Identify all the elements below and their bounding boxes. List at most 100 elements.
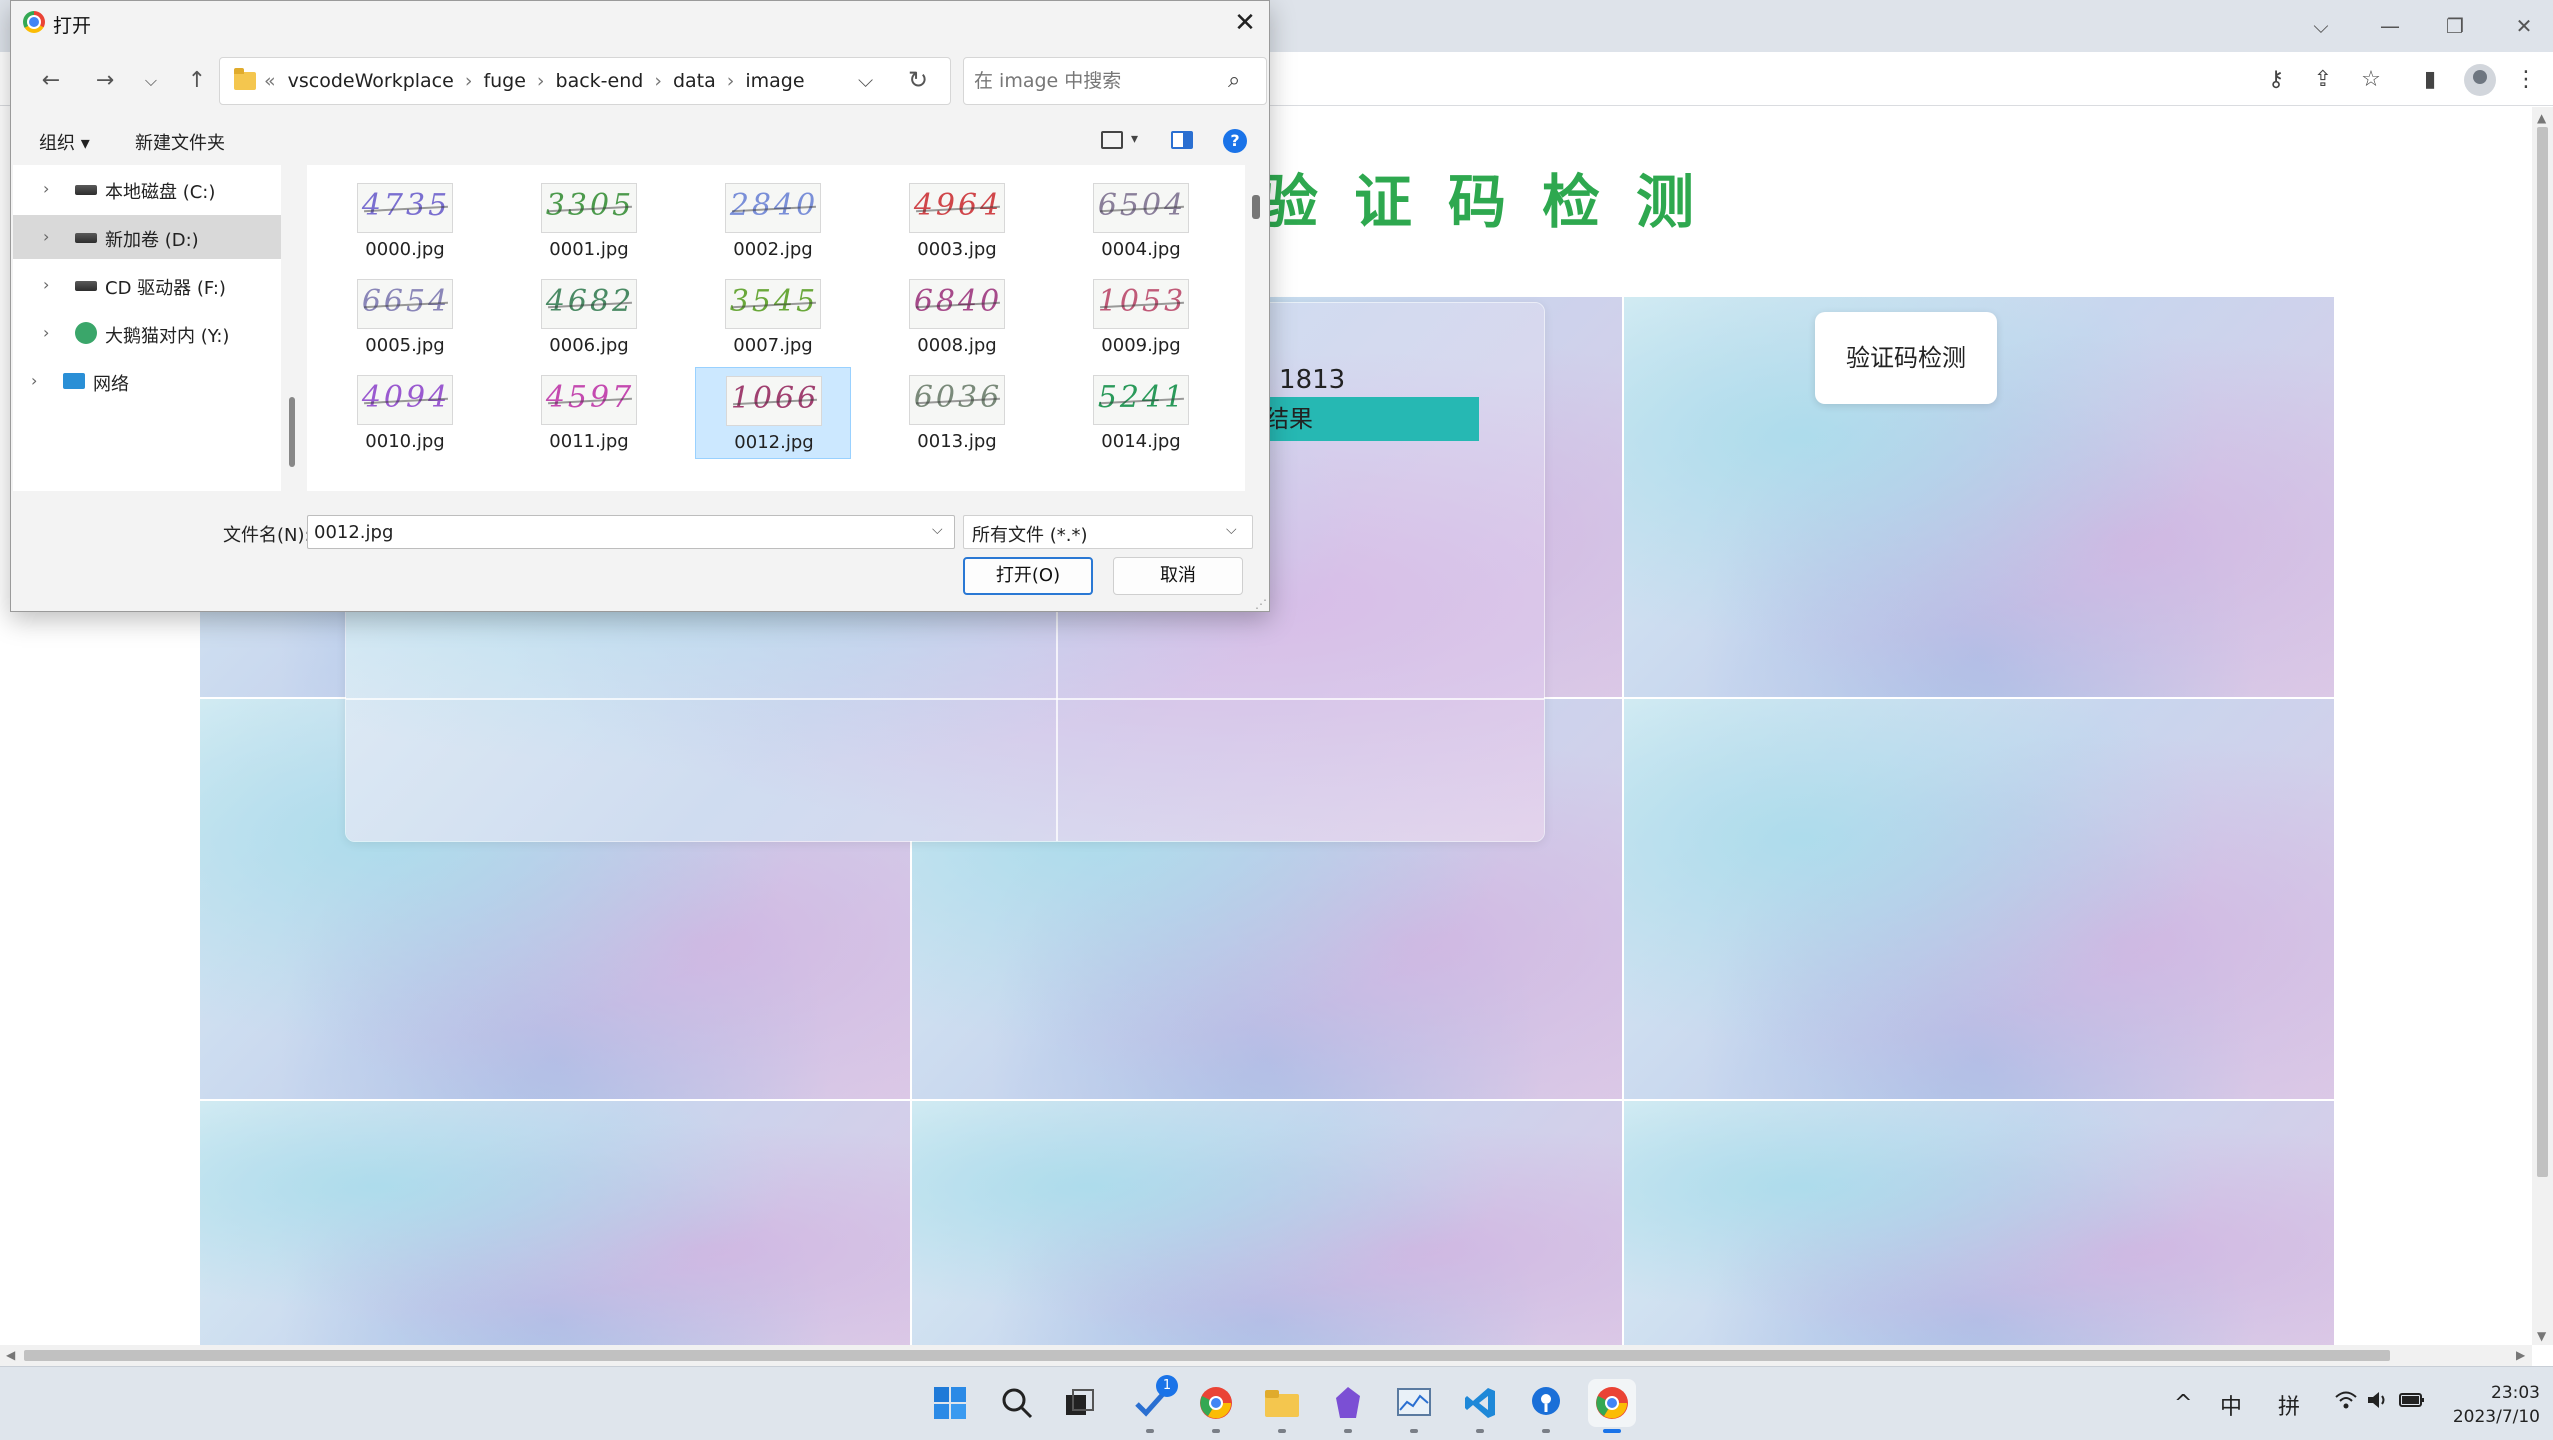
file-item[interactable]: 4964 0003.jpg xyxy=(879,175,1035,267)
scroll-up-icon[interactable]: ▲ xyxy=(2537,111,2546,125)
file-explorer-icon[interactable] xyxy=(1258,1379,1306,1433)
key-icon[interactable]: ⚷ xyxy=(2260,64,2292,96)
vscode-icon[interactable] xyxy=(1456,1379,1504,1433)
file-item[interactable]: 3305 0001.jpg xyxy=(511,175,667,267)
new-folder-button[interactable]: 新建文件夹 xyxy=(135,129,225,155)
tree-item-d-drive[interactable]: › 新加卷 (D:) xyxy=(13,215,281,259)
breadcrumb-overflow[interactable]: « xyxy=(264,70,276,92)
back-icon[interactable]: ← xyxy=(33,63,69,99)
search-icon[interactable] xyxy=(993,1379,1041,1427)
organize-menu[interactable]: 组织 ▾ xyxy=(39,129,90,155)
tab-search-icon[interactable]: ⌵ xyxy=(2297,8,2345,44)
chevron-down-icon[interactable]: ⌵ xyxy=(858,68,873,92)
chevron-right-icon[interactable]: › xyxy=(43,275,49,294)
file-item[interactable]: 6840 0008.jpg xyxy=(879,271,1035,363)
share-icon[interactable]: ⇪ xyxy=(2307,64,2339,96)
file-type-select[interactable]: 所有文件 (*.*) ⌵ xyxy=(963,515,1253,549)
search-input[interactable] xyxy=(974,66,1214,96)
file-item[interactable]: 4597 0011.jpg xyxy=(511,367,667,459)
chevron-right-icon[interactable]: › xyxy=(537,70,545,92)
profile-icon[interactable] xyxy=(2464,64,2496,96)
scrollbar-thumb[interactable] xyxy=(24,1350,2390,1361)
vertical-scrollbar[interactable]: ▲ ▼ xyxy=(2532,107,2553,1345)
chevron-down-icon[interactable]: ⌵ xyxy=(1226,522,1237,538)
scrollbar-thumb[interactable] xyxy=(2537,127,2548,1177)
wifi-icon[interactable] xyxy=(2334,1389,2358,1417)
scroll-left-icon[interactable]: ◀ xyxy=(6,1348,15,1362)
caret-down-icon[interactable]: ▾ xyxy=(1131,131,1138,147)
scrollbar-thumb[interactable] xyxy=(289,397,295,467)
file-item[interactable]: 4094 0010.jpg xyxy=(327,367,483,459)
detect-button[interactable]: 验证码检测 xyxy=(1815,312,1997,404)
refresh-icon[interactable]: ↻ xyxy=(908,66,928,94)
ime-mode[interactable]: 拼 xyxy=(2278,1389,2300,1421)
obsidian-icon[interactable] xyxy=(1324,1379,1372,1433)
file-item[interactable]: 6654 0005.jpg xyxy=(327,271,483,363)
search-box[interactable]: ⌕ xyxy=(963,57,1267,105)
tray-overflow-icon[interactable]: ^ xyxy=(2174,1391,2192,1416)
file-item[interactable]: 5241 0014.jpg xyxy=(1063,367,1219,459)
star-icon[interactable]: ☆ xyxy=(2355,64,2387,96)
file-item[interactable]: 3545 0007.jpg xyxy=(695,271,851,363)
cancel-button[interactable]: 取消 xyxy=(1113,557,1243,595)
breadcrumb-item[interactable]: vscodeWorkplace xyxy=(288,70,454,92)
file-item[interactable]: 4735 0000.jpg xyxy=(327,175,483,267)
tree-item-network[interactable]: › 网络 xyxy=(13,359,281,403)
nav-pane-scrollbar[interactable] xyxy=(281,165,303,491)
filename-input[interactable] xyxy=(314,520,914,544)
help-icon[interactable]: ? xyxy=(1223,129,1247,153)
breadcrumb-item[interactable]: back-end xyxy=(556,70,644,92)
chevron-right-icon[interactable]: › xyxy=(727,70,735,92)
file-item[interactable]: 1066 0012.jpg xyxy=(695,367,851,459)
chevron-down-icon[interactable]: ⌵ xyxy=(932,522,943,538)
volume-icon[interactable] xyxy=(2366,1389,2390,1417)
recent-locations-icon[interactable]: ⌵ xyxy=(133,63,169,99)
chrome-icon[interactable] xyxy=(1192,1379,1240,1433)
scroll-down-icon[interactable]: ▼ xyxy=(2537,1329,2546,1343)
filename-combobox[interactable]: ⌵ xyxy=(307,515,955,549)
close-icon[interactable]: ✕ xyxy=(1227,5,1263,41)
file-item[interactable]: 2840 0002.jpg xyxy=(695,175,851,267)
chevron-right-icon[interactable]: › xyxy=(31,371,37,390)
chrome-active-icon[interactable] xyxy=(1588,1379,1636,1433)
up-icon[interactable]: ↑ xyxy=(179,63,215,99)
task-view-icon[interactable] xyxy=(1056,1379,1104,1427)
chevron-right-icon[interactable]: › xyxy=(654,70,662,92)
file-item[interactable]: 6036 0013.jpg xyxy=(879,367,1035,459)
chevron-right-icon[interactable]: › xyxy=(43,323,49,342)
todo-icon[interactable]: 1 xyxy=(1126,1375,1178,1433)
tree-item-c-drive[interactable]: › 本地磁盘 (C:) xyxy=(13,167,281,211)
clock[interactable]: 23:03 2023/7/10 xyxy=(2440,1381,2540,1429)
breadcrumb-item[interactable]: fuge xyxy=(483,70,525,92)
battery-icon[interactable] xyxy=(2398,1389,2426,1417)
scrollbar-thumb[interactable] xyxy=(1252,195,1260,219)
open-button[interactable]: 打开(O) xyxy=(963,557,1093,595)
breadcrumb-item[interactable]: image xyxy=(745,70,804,92)
sidepanel-icon[interactable]: ▮ xyxy=(2414,64,2446,96)
minimize-button[interactable]: — xyxy=(2366,8,2414,44)
chevron-right-icon[interactable]: › xyxy=(43,179,49,198)
maps-icon[interactable] xyxy=(1522,1379,1570,1433)
file-item[interactable]: 6504 0004.jpg xyxy=(1063,175,1219,267)
address-bar[interactable]: « vscodeWorkplace › fuge › back-end › da… xyxy=(219,57,951,105)
chevron-right-icon[interactable]: › xyxy=(465,70,473,92)
forward-icon[interactable]: → xyxy=(87,63,123,99)
tree-item-f-drive[interactable]: › CD 驱动器 (F:) xyxy=(13,263,281,307)
file-item[interactable]: 1053 0009.jpg xyxy=(1063,271,1219,363)
view-mode-icon[interactable] xyxy=(1101,131,1123,149)
file-list-scrollbar[interactable] xyxy=(1245,165,1267,491)
preview-pane-icon[interactable] xyxy=(1171,131,1193,149)
menu-icon[interactable]: ⋮ xyxy=(2510,64,2542,96)
resource-monitor-icon[interactable] xyxy=(1390,1379,1438,1433)
chevron-right-icon[interactable]: › xyxy=(43,227,49,246)
resize-grip-icon[interactable]: ⋰ xyxy=(1255,597,1267,611)
start-icon[interactable] xyxy=(926,1379,974,1427)
search-icon[interactable]: ⌕ xyxy=(1228,68,1240,93)
horizontal-scrollbar[interactable]: ◀ ▶ xyxy=(0,1345,2532,1366)
scroll-right-icon[interactable]: ▶ xyxy=(2516,1348,2525,1362)
tree-item-y-drive[interactable]: › 大鹅猫对内 (Y:) xyxy=(13,311,281,355)
close-button[interactable]: ✕ xyxy=(2500,8,2548,44)
restore-button[interactable]: ❐ xyxy=(2431,8,2479,44)
file-item[interactable]: 4682 0006.jpg xyxy=(511,271,667,363)
ime-language[interactable]: 中 xyxy=(2220,1389,2242,1421)
